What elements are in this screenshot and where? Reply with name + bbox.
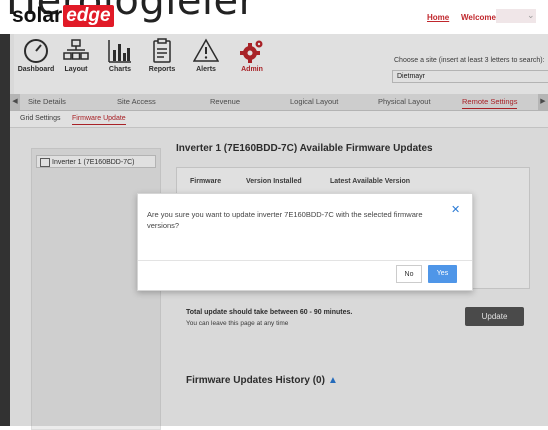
home-link[interactable]: Home (427, 13, 449, 22)
logo-prefix: solar (12, 4, 63, 27)
close-icon[interactable]: ✕ (451, 203, 460, 216)
welcome-label: Welcome (461, 13, 496, 22)
yes-button[interactable]: Yes (428, 265, 457, 283)
logo-suffix: edge (63, 5, 114, 27)
confirm-message: Are you sure you want to update inverter… (147, 210, 423, 230)
no-button[interactable]: No (396, 265, 422, 283)
chevron-down-icon[interactable]: ⌄ (527, 10, 535, 21)
dialog-divider (138, 260, 472, 261)
solaredge-logo: solar edge (12, 4, 114, 28)
confirm-dialog: Are you sure you want to update inverter… (137, 193, 473, 291)
